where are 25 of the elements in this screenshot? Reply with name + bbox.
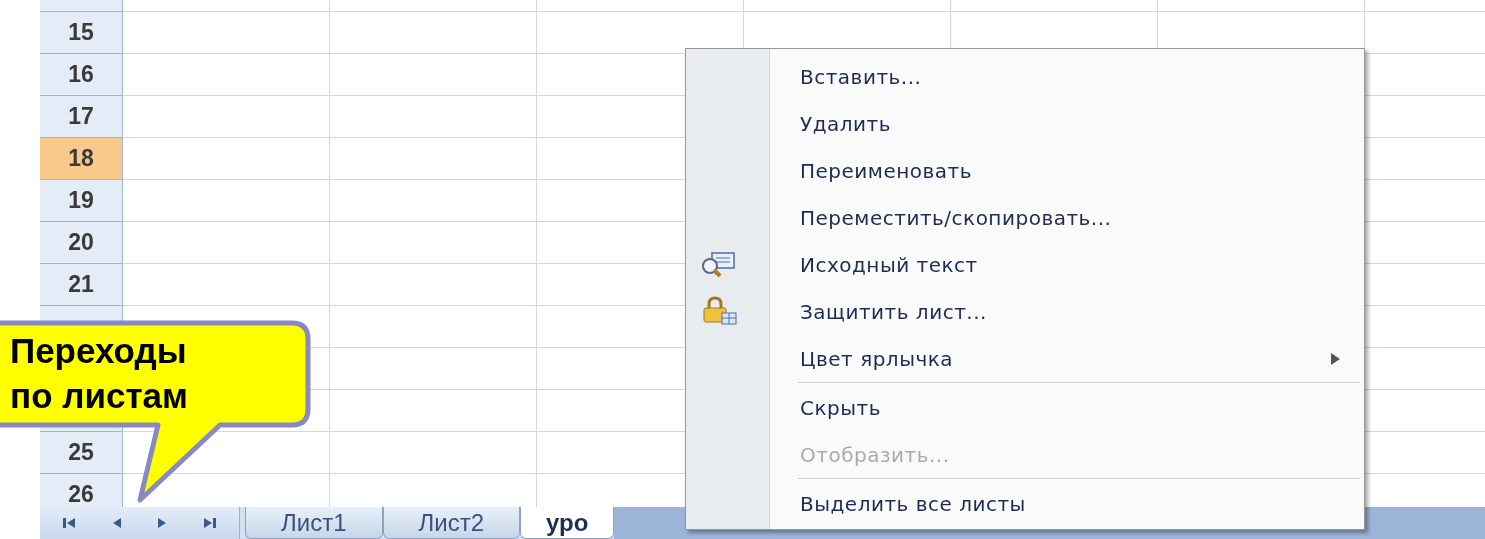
sheet-tab[interactable]: уро (520, 507, 615, 539)
previous-sheet-icon[interactable] (111, 516, 122, 530)
menu-item[interactable]: Скрыть (800, 392, 881, 423)
row-header[interactable]: 16 (40, 54, 123, 96)
last-sheet-icon[interactable] (202, 516, 217, 530)
menu-item[interactable]: Выделить все листы (800, 488, 1026, 519)
row-header[interactable]: 19 (40, 180, 123, 222)
menu-item[interactable]: Переместить/скопировать... (800, 202, 1112, 233)
row-header[interactable]: 18 (40, 138, 123, 180)
first-sheet-icon[interactable] (62, 516, 76, 530)
row-header[interactable]: 15 (40, 12, 123, 54)
menu-item[interactable]: Цвет ярлычка (800, 343, 954, 374)
sheet-tab[interactable]: Лист2 (382, 507, 520, 539)
menu-item[interactable]: Исходный текст (800, 249, 978, 280)
row-header[interactable]: 25 (40, 432, 123, 474)
next-sheet-icon[interactable] (157, 516, 168, 530)
menu-item[interactable]: Удалить (800, 108, 891, 139)
menu-item[interactable]: Защитить лист... (800, 296, 987, 327)
row-header[interactable]: 21 (40, 264, 123, 306)
row-header[interactable]: 20 (40, 222, 123, 264)
menu-item[interactable]: Переименовать (800, 155, 973, 186)
row-header[interactable]: 26 (40, 474, 123, 507)
menu-item[interactable]: Вставить... (800, 61, 922, 92)
sheet-tab[interactable]: Лист1 (245, 507, 383, 539)
row-header[interactable]: 17 (40, 96, 123, 138)
